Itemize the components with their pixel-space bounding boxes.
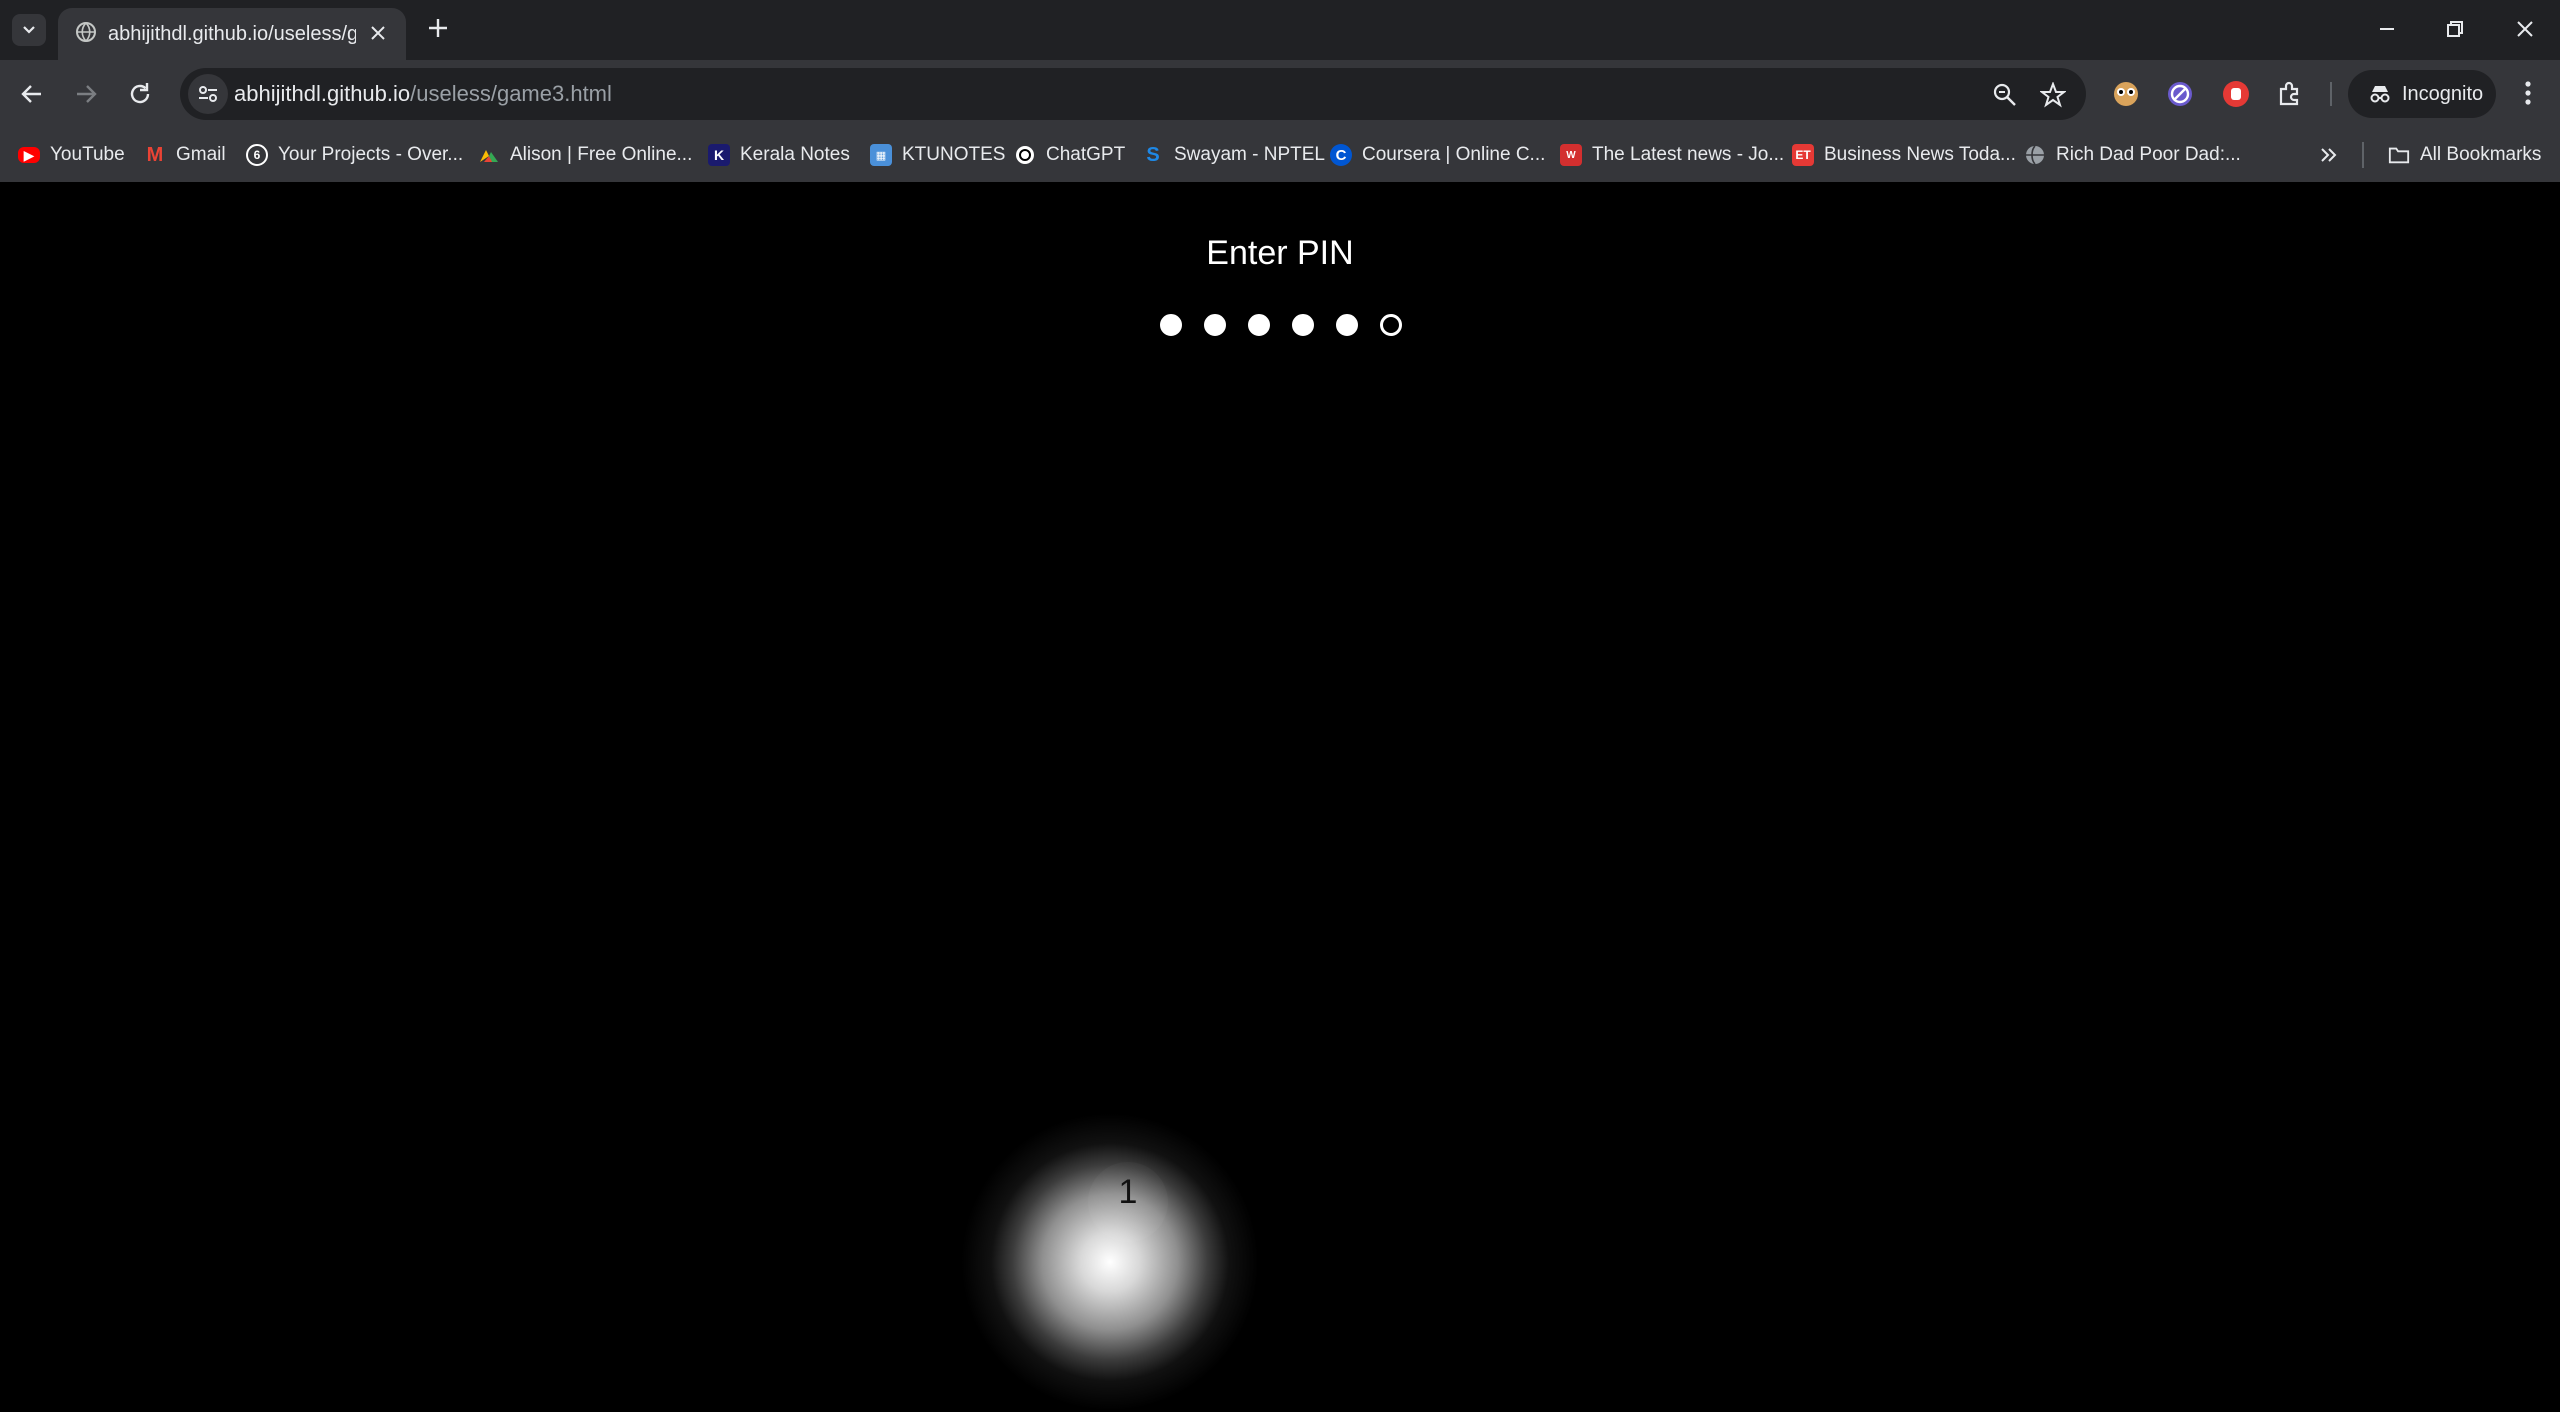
url-host: abhijithdl.github.io xyxy=(234,81,411,106)
close-window-icon[interactable] xyxy=(2510,14,2540,49)
alison-icon xyxy=(478,144,500,166)
zoom-icon[interactable] xyxy=(1992,82,2018,113)
address-bar[interactable]: abhijithdl.github.io/useless/game3.html xyxy=(180,68,2086,120)
bookmark-label: Rich Dad Poor Dad:... xyxy=(2056,144,2241,165)
page-viewport: Enter PIN 1 xyxy=(0,182,2560,1412)
bookmark-ktunotes[interactable]: ▦ KTUNOTES xyxy=(870,140,1005,170)
kerala-notes-icon: K xyxy=(708,144,730,166)
bookmark-label: Your Projects - Over... xyxy=(278,144,464,165)
bookmark-youtube[interactable]: ▶ YouTube xyxy=(18,140,125,170)
pin-dot-filled xyxy=(1204,314,1226,336)
bookmark-the-latest-news[interactable]: W The Latest news - Jo... xyxy=(1560,140,1784,170)
url-path: /useless/game3.html xyxy=(410,81,612,106)
bookmarks-divider xyxy=(2362,142,2364,168)
chevron-down-icon xyxy=(23,26,35,34)
browser-toolbar: abhijithdl.github.io/useless/game3.html … xyxy=(0,60,2560,128)
bookmark-your-projects[interactable]: 6 Your Projects - Over... xyxy=(246,140,463,170)
pin-key-label: 1 xyxy=(1118,1173,1138,1211)
minimize-icon[interactable] xyxy=(2372,14,2402,49)
toolbar-divider xyxy=(2330,82,2332,106)
bookmark-swayam[interactable]: S Swayam - NPTEL xyxy=(1142,140,1325,170)
bookmark-alison[interactable]: Alison | Free Online... xyxy=(478,140,692,170)
new-tab-icon[interactable] xyxy=(424,14,452,47)
pin-dot-filled xyxy=(1292,314,1314,336)
more-bookmarks-icon[interactable] xyxy=(2318,144,2340,171)
swayam-icon: S xyxy=(1146,143,1160,166)
bookmark-gmail[interactable]: M Gmail xyxy=(144,140,226,170)
tab-search-button[interactable] xyxy=(12,14,46,46)
active-tab[interactable]: abhijithdl.github.io/useless/game3.html xyxy=(58,8,406,60)
tab-title: abhijithdl.github.io/useless/game3.html xyxy=(108,23,356,45)
url-text: abhijithdl.github.io/useless/game3.html xyxy=(234,81,612,107)
bookmark-label: Kerala Notes xyxy=(740,144,850,165)
more-menu-icon[interactable] xyxy=(2516,78,2540,113)
pin-dot-filled xyxy=(1248,314,1270,336)
all-bookmarks-button[interactable]: All Bookmarks xyxy=(2388,140,2541,170)
bookmark-chatgpt[interactable]: ChatGPT xyxy=(1014,140,1125,170)
bookmark-label: KTUNOTES xyxy=(902,144,1006,165)
extension-blocker-icon[interactable] xyxy=(2166,80,2194,113)
bookmark-label: ChatGPT xyxy=(1046,144,1126,165)
bookmark-star-icon[interactable] xyxy=(2039,81,2067,113)
spotlight-glow xyxy=(960,1112,1260,1412)
extensions-puzzle-icon[interactable] xyxy=(2276,80,2304,113)
globe-icon xyxy=(74,20,98,49)
bookmark-label: Business News Toda... xyxy=(1824,144,2016,165)
bookmarks-bar: ▶ YouTube M Gmail 6 Your Projects - Over… xyxy=(0,128,2560,182)
ktunotes-icon: ▦ xyxy=(870,144,892,166)
globe-icon xyxy=(2024,144,2046,166)
pin-dot-filled xyxy=(1160,314,1182,336)
reload-icon[interactable] xyxy=(126,80,154,113)
incognito-icon xyxy=(2370,86,2390,103)
bookmark-label: Swayam - NPTEL xyxy=(1174,144,1325,165)
site-info-icon[interactable] xyxy=(188,74,228,114)
pin-title: Enter PIN xyxy=(1206,234,1354,272)
bookmark-business-news[interactable]: ET Business News Toda... xyxy=(1792,140,2016,170)
bookmark-kerala-notes[interactable]: K Kerala Notes xyxy=(708,140,850,170)
pin-dot-filled xyxy=(1336,314,1358,336)
et-icon: ET xyxy=(1792,144,1814,166)
youtube-icon: ▶ xyxy=(18,147,40,163)
bookmark-label: YouTube xyxy=(50,144,125,165)
bookmark-label: The Latest news - Jo... xyxy=(1592,144,1785,165)
coursera-icon: C xyxy=(1330,144,1352,166)
bookmark-rich-dad[interactable]: Rich Dad Poor Dad:... xyxy=(2024,140,2241,170)
extension-face-icon[interactable] xyxy=(2112,80,2140,113)
projects-icon: 6 xyxy=(246,144,268,166)
bookmark-label: Gmail xyxy=(176,144,226,165)
folder-icon xyxy=(2388,144,2410,166)
gmail-icon: M xyxy=(146,143,164,166)
incognito-button[interactable]: Incognito xyxy=(2348,70,2496,118)
bookmark-label: Coursera | Online C... xyxy=(1362,144,1546,165)
chatgpt-icon xyxy=(1014,144,1036,166)
pin-dot-empty xyxy=(1380,314,1402,336)
tab-strip: abhijithdl.github.io/useless/game3.html xyxy=(0,0,2560,60)
restore-icon[interactable] xyxy=(2440,14,2470,49)
bookmark-label: Alison | Free Online... xyxy=(510,144,693,165)
all-bookmarks-label: All Bookmarks xyxy=(2420,144,2542,165)
extension-hand-icon[interactable] xyxy=(2222,80,2250,113)
week-icon: W xyxy=(1560,144,1582,166)
back-icon[interactable] xyxy=(18,80,46,113)
pin-key-1[interactable]: 1 xyxy=(1088,1162,1168,1242)
pin-indicator xyxy=(1160,314,1402,336)
forward-icon[interactable] xyxy=(72,80,100,113)
incognito-label: Incognito xyxy=(2402,82,2484,105)
close-tab-icon[interactable] xyxy=(366,21,390,50)
bookmark-coursera[interactable]: C Coursera | Online C... xyxy=(1330,140,1545,170)
